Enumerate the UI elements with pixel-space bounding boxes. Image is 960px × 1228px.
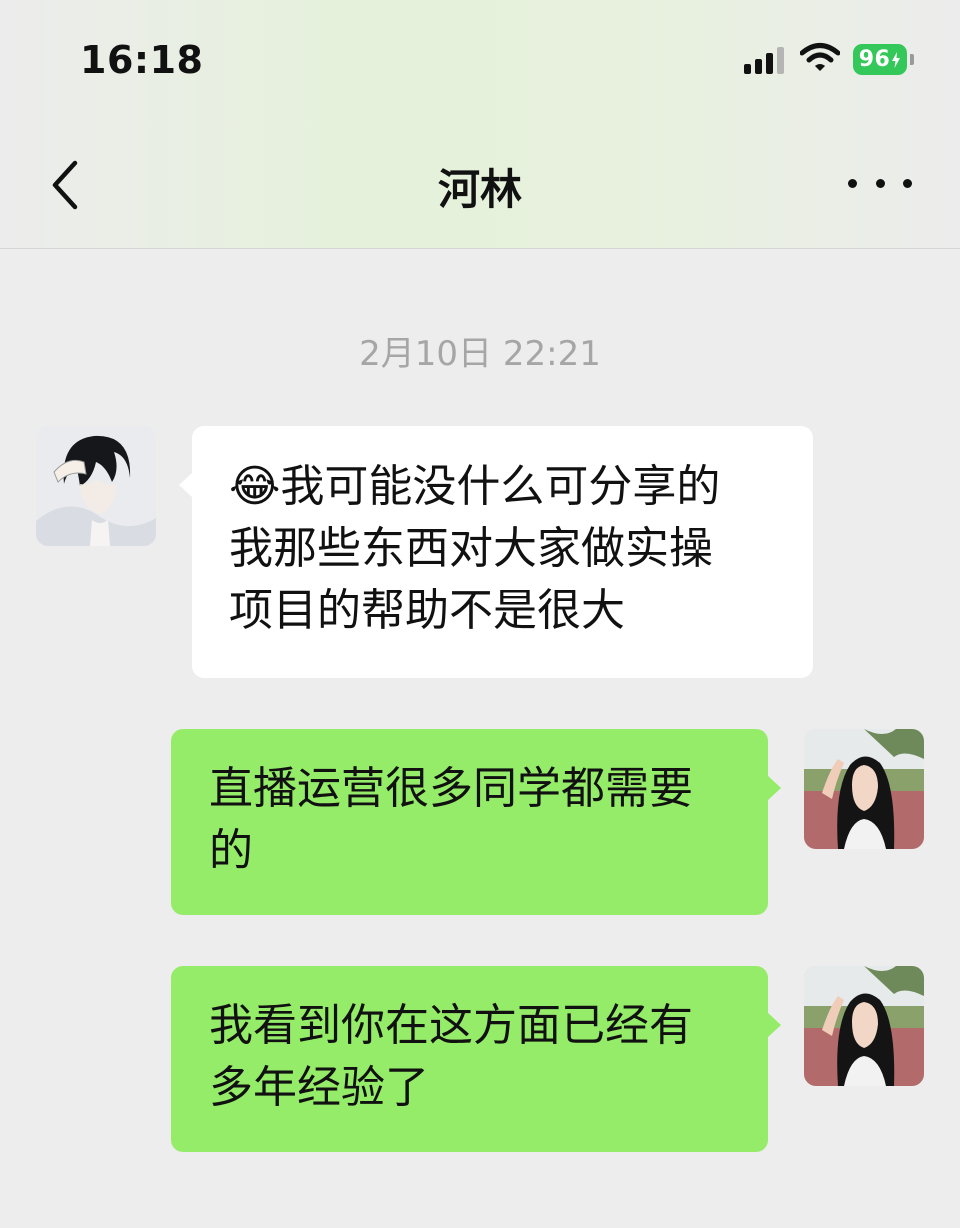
laughing-tears-emoji: 😂 bbox=[229, 461, 281, 512]
ellipsis-icon bbox=[848, 178, 857, 188]
message-text: 直播运营很多同学都需要 的 bbox=[209, 763, 693, 876]
message-body: 我可能没什么可分享的 我那些东西对大家做实操 项目的帮助不是很大 bbox=[229, 461, 721, 636]
outgoing-message-bubble[interactable]: 我看到你在这方面已经有 多年经验了 bbox=[171, 966, 781, 1152]
contact-avatar[interactable] bbox=[36, 426, 156, 546]
signal-icon bbox=[744, 46, 786, 74]
status-time: 16:18 bbox=[80, 38, 204, 82]
bubble-tail bbox=[767, 1012, 781, 1038]
outgoing-message-bubble[interactable]: 直播运营很多同学都需要 的 bbox=[171, 729, 781, 915]
more-options-button[interactable] bbox=[848, 168, 912, 198]
message-timestamp: 2月10日 22:21 bbox=[359, 334, 601, 374]
ellipsis-dot bbox=[903, 178, 912, 188]
chat-title: 河林 bbox=[437, 165, 522, 214]
battery-icon: 96 bbox=[853, 44, 907, 75]
message-text: 😂我可能没什么可分享的 我那些东西对大家做实操 项目的帮助不是很大 bbox=[229, 456, 779, 642]
battery-cap bbox=[910, 54, 914, 65]
bubble-tail bbox=[767, 775, 781, 801]
bubble-tail bbox=[179, 472, 193, 498]
user-avatar[interactable] bbox=[804, 966, 924, 1086]
navigation-header: 16:18 96 河林 bbox=[0, 0, 960, 249]
ellipsis-dot bbox=[875, 178, 885, 188]
user-avatar[interactable] bbox=[804, 729, 924, 849]
charging-bolt-icon bbox=[892, 51, 901, 68]
wifi-icon bbox=[800, 43, 840, 71]
message-text: 我看到你在这方面已经有 多年经验了 bbox=[209, 1000, 693, 1113]
incoming-message-bubble[interactable]: 😂我可能没什么可分享的 我那些东西对大家做实操 项目的帮助不是很大 bbox=[179, 426, 813, 678]
battery-level: 96 bbox=[858, 47, 891, 72]
